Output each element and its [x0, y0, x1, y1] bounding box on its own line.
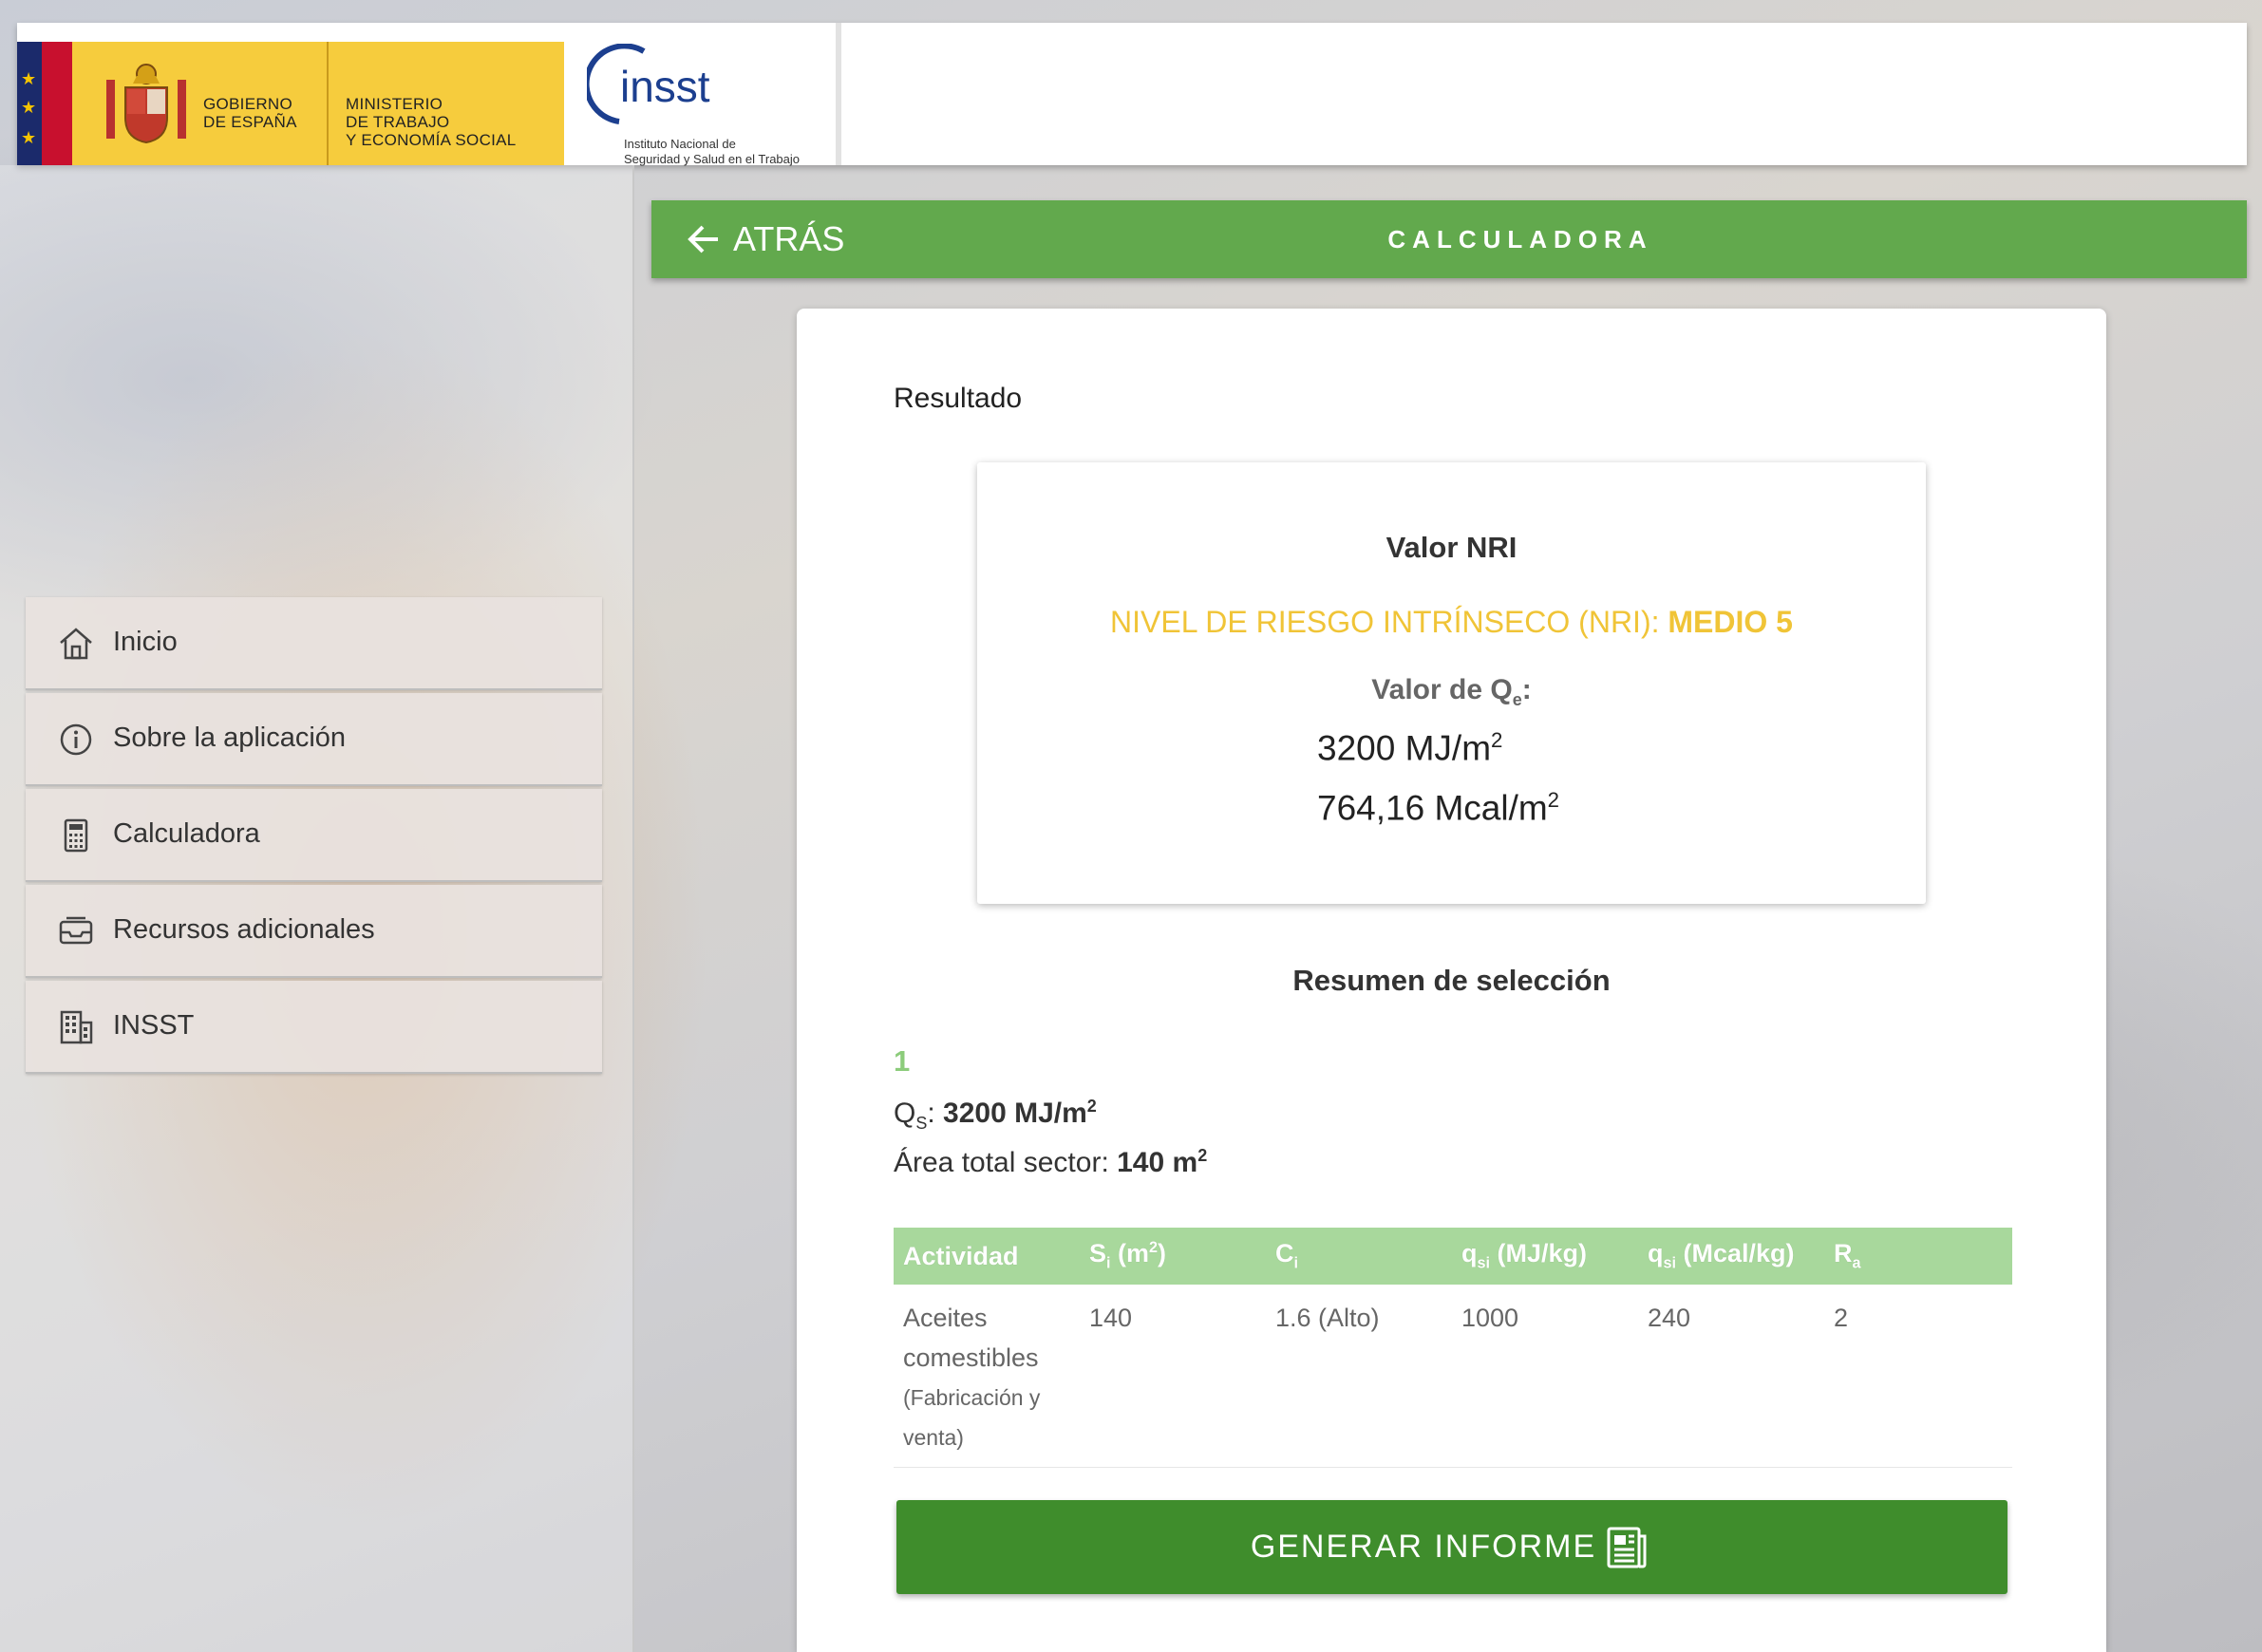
sidebar-item-label: INSST	[113, 1010, 195, 1041]
qs-value: 3200 MJ/m	[943, 1098, 1087, 1129]
nri-box: Valor NRI NIVEL DE RIESGO INTRÍNSECO (NR…	[977, 462, 1926, 904]
generate-report-label: GENERAR INFORME	[1250, 1529, 1597, 1565]
top-bar: ATRÁS CALCULADORA	[651, 200, 2247, 278]
cell-ci: 1.6 (Alto)	[1266, 1285, 1452, 1468]
sidebar-item-label: Sobre la aplicación	[113, 723, 347, 753]
government-logo: GOBIERNO DE ESPAÑA MINISTERIO DE TRABAJO…	[72, 42, 564, 165]
spain-flag-logo: ★ ★ ★	[17, 42, 72, 165]
result-card: Resultado Valor NRI NIVEL DE RIESGO INTR…	[797, 309, 2106, 1652]
qe-value-mj: 3200 MJ/m2	[1317, 728, 1503, 768]
sidebar-item-calculadora[interactable]: Calculadora	[26, 789, 602, 882]
sidebar-item-label: Inicio	[113, 627, 178, 657]
inbox-icon	[59, 916, 93, 945]
sidebar-item-sobre[interactable]: Sobre la aplicación	[26, 693, 602, 786]
cell-actividad: Aceites comestibles (Fabricación y venta…	[894, 1285, 1080, 1468]
home-icon	[60, 628, 92, 660]
insst-sub-2: Seguridad y Salud en el Trabajo	[624, 152, 801, 166]
col-qsi-mj: qsi (MJ/kg)	[1452, 1228, 1638, 1285]
nri-level-prefix: NIVEL DE RIESGO INTRÍNSECO (NRI):	[1110, 605, 1668, 639]
ministry-line-3: Y ECONOMÍA SOCIAL	[346, 131, 517, 149]
generate-report-button[interactable]: GENERAR INFORME	[896, 1500, 2008, 1594]
ministry-line-1: MINISTERIO	[346, 95, 443, 113]
page-title: CALCULADORA	[1387, 225, 1653, 253]
area-value: 140 m	[1117, 1147, 1198, 1178]
cell-si: 140	[1080, 1285, 1266, 1468]
result-heading: Resultado	[894, 383, 1023, 414]
gov-line-1: GOBIERNO	[203, 95, 293, 113]
insst-wordmark: insst	[620, 62, 710, 111]
insst-logo: insst Instituto Nacional de Seguridad y …	[587, 42, 853, 166]
selection-table: Actividad Si (m2) Ci qsi (MJ/kg) qsi (Mc…	[894, 1228, 2012, 1468]
selection-number: 1	[894, 1044, 911, 1078]
col-si: Si (m2)	[1080, 1228, 1266, 1285]
sidebar-nav: Inicio Sobre la aplicación Calculadora R…	[26, 597, 602, 1077]
report-document-icon	[1607, 1527, 1647, 1568]
app-header: ★ ★ ★ GOBIERNO DE ESPAÑA MINISTERIO DE T…	[17, 23, 2247, 166]
building-icon	[60, 1010, 93, 1044]
sidebar-item-inicio[interactable]: Inicio	[26, 597, 602, 690]
sidebar-item-insst[interactable]: INSST	[26, 981, 602, 1074]
col-actividad: Actividad	[894, 1228, 1080, 1285]
col-ci: Ci	[1266, 1228, 1452, 1285]
nri-level-value: MEDIO 5	[1668, 605, 1793, 639]
coat-of-arms-icon	[106, 64, 186, 144]
qe-label: Valor de Qe:	[1371, 674, 1532, 709]
gov-line-2: DE ESPAÑA	[203, 113, 297, 131]
sidebar-item-recursos[interactable]: Recursos adicionales	[26, 885, 602, 978]
cell-qsi-mcal: 240	[1638, 1285, 1824, 1468]
area-line: Área total sector: 140 m2	[894, 1146, 1208, 1178]
table-header-row: Actividad Si (m2) Ci qsi (MJ/kg) qsi (Mc…	[894, 1228, 2012, 1285]
qe-value-mcal: 764,16 Mcal/m2	[1317, 788, 1560, 828]
cell-ra: 2	[1824, 1285, 2012, 1468]
col-ra: Ra	[1824, 1228, 2012, 1285]
table-row: Aceites comestibles (Fabricación y venta…	[894, 1285, 2012, 1468]
qs-line: QS: 3200 MJ/m2	[894, 1097, 1097, 1133]
nri-level: NIVEL DE RIESGO INTRÍNSECO (NRI): MEDIO …	[977, 605, 1926, 640]
col-qsi-mcal: qsi (Mcal/kg)	[1638, 1228, 1824, 1285]
nri-title: Valor NRI	[1385, 531, 1517, 564]
sidebar-item-label: Calculadora	[113, 818, 260, 849]
sidebar-item-label: Recursos adicionales	[113, 914, 375, 945]
summary-title: Resumen de selección	[1292, 964, 1611, 997]
calculator-icon	[64, 818, 88, 853]
info-icon	[60, 723, 92, 756]
ministry-line-2: DE TRABAJO	[346, 113, 450, 131]
cell-qsi-mj: 1000	[1452, 1285, 1638, 1468]
insst-sub-1: Instituto Nacional de	[624, 137, 736, 151]
